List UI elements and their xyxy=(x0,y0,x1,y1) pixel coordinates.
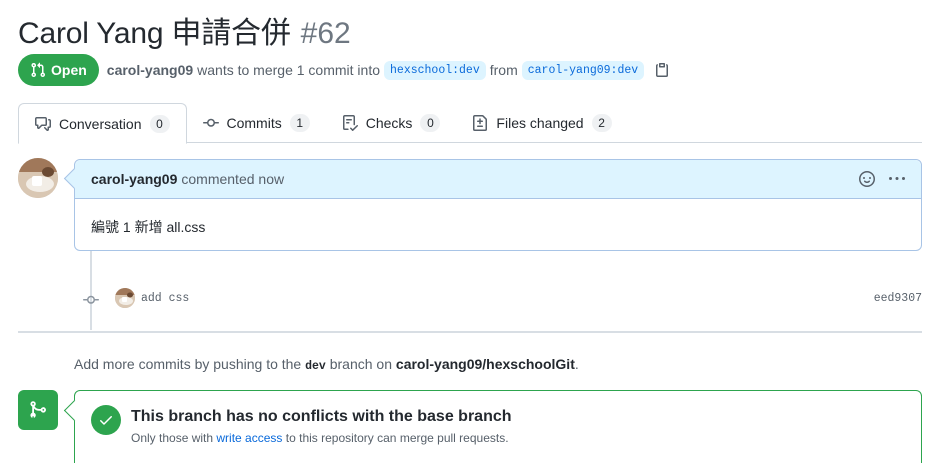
tab-label: Files changed xyxy=(496,115,584,131)
push-hint: Add more commits by pushing to the dev b… xyxy=(74,356,579,373)
merge-status-subtitle: Only those with write access to this rep… xyxy=(131,431,509,445)
git-pull-request-icon xyxy=(31,62,46,78)
merge-status-title: This branch has no conflicts with the ba… xyxy=(131,408,512,425)
comment-header: carol-yang09 commented now xyxy=(75,160,921,199)
pr-author-link[interactable]: carol-yang09 xyxy=(107,62,193,78)
timeline-line xyxy=(90,250,92,330)
comment-actions xyxy=(859,171,905,187)
tab-count: 2 xyxy=(591,114,612,132)
git-commit-icon xyxy=(83,295,99,304)
tab-checks[interactable]: Checks 0 xyxy=(326,103,457,143)
smiley-icon[interactable] xyxy=(859,171,875,187)
merge-description: carol-yang09 wants to merge 1 commit int… xyxy=(107,60,670,80)
merge-sub-prefix: Only those with xyxy=(131,431,214,445)
git-merge-icon xyxy=(18,390,58,430)
check-circle-icon xyxy=(91,405,121,435)
pr-title-row: Carol Yang 申請合併 #62 xyxy=(18,8,351,50)
push-hint-suffix: . xyxy=(574,356,579,372)
kebab-horizontal-icon[interactable] xyxy=(889,171,905,187)
tab-count: 0 xyxy=(149,114,170,133)
tab-label: Checks xyxy=(365,115,413,131)
tab-count: 1 xyxy=(289,114,310,132)
push-hint-repo: carol-yang09/hexschoolGit xyxy=(395,356,575,372)
tab-count: 0 xyxy=(420,114,441,132)
write-access-link[interactable]: write access xyxy=(216,431,282,445)
merge-text: wants to merge 1 commit into xyxy=(197,62,381,78)
push-hint-middle: branch on xyxy=(329,356,393,372)
merge-sub-suffix: to this repository can merge pull reques… xyxy=(285,431,509,445)
comment-body: 編號 1 新增 all.css xyxy=(91,219,206,235)
pr-title: Carol Yang 申請合併 xyxy=(18,17,291,50)
tab-label: Conversation xyxy=(59,115,142,132)
merge-status-box: This branch has no conflicts with the ba… xyxy=(74,390,922,463)
head-branch[interactable]: carol-yang09:dev xyxy=(521,60,645,80)
commit-message-link[interactable]: add css xyxy=(141,292,189,305)
avatar[interactable] xyxy=(18,158,58,198)
copy-icon[interactable] xyxy=(654,62,670,78)
comment-discussion-icon xyxy=(35,116,51,131)
comment-author[interactable]: carol-yang09 xyxy=(91,171,177,187)
push-hint-prefix: Add more commits by pushing to the xyxy=(74,356,302,372)
state-badge: Open xyxy=(18,54,99,86)
pr-number: #62 xyxy=(300,17,351,50)
comment-time[interactable]: commented now xyxy=(181,171,284,187)
tab-files-changed[interactable]: Files changed 2 xyxy=(456,103,627,143)
tab-label: Commits xyxy=(226,115,282,131)
git-commit-icon xyxy=(202,118,219,127)
state-label: Open xyxy=(51,62,87,78)
tab-commits[interactable]: Commits 1 xyxy=(187,103,326,143)
base-branch[interactable]: hexschool:dev xyxy=(384,60,486,80)
commit-sha-link[interactable]: eed9307 xyxy=(874,292,922,305)
commit-author-avatar[interactable] xyxy=(115,288,135,308)
from-text: from xyxy=(489,62,518,78)
pr-tabs: Conversation 0 Commits 1 Checks 0 Files … xyxy=(18,103,922,144)
pr-meta: Open carol-yang09 wants to merge 1 commi… xyxy=(18,54,670,86)
timeline-divider xyxy=(18,331,922,333)
checklist-icon xyxy=(342,115,358,131)
tab-conversation[interactable]: Conversation 0 xyxy=(18,103,187,144)
push-hint-branch: dev xyxy=(305,360,326,373)
comment-box: carol-yang09 commented now 編號 1 新增 all.c… xyxy=(74,159,922,251)
file-diff-icon xyxy=(473,115,488,131)
